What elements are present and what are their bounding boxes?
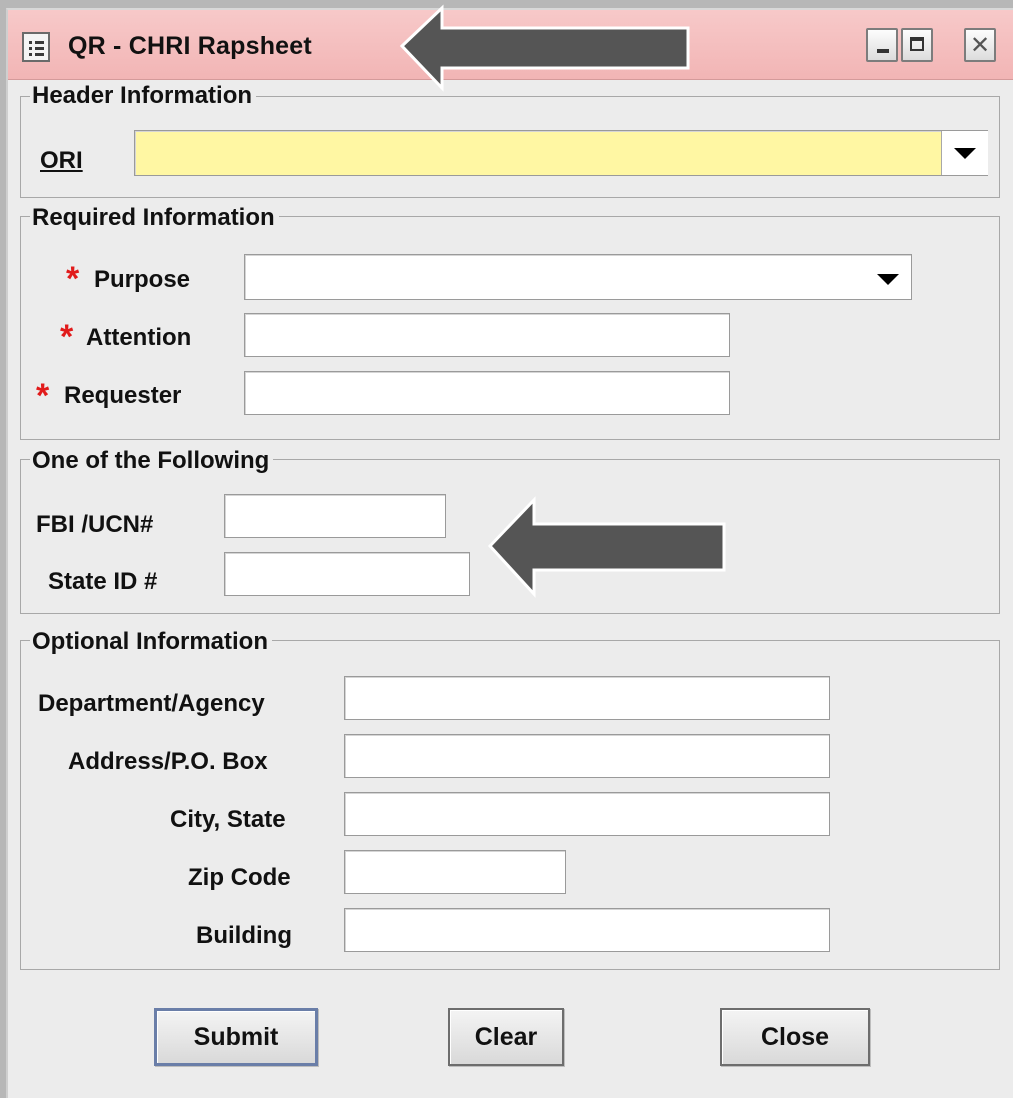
- form-icon[interactable]: [22, 32, 50, 62]
- window-title: QR - CHRI Rapsheet: [68, 32, 312, 60]
- building-label: Building: [196, 922, 292, 949]
- ori-combobox[interactable]: [134, 130, 988, 176]
- header-information-legend: Header Information: [30, 82, 257, 110]
- id-fields-annotation-arrow-icon: [487, 496, 726, 598]
- fbi-ucn-label: FBI /UCN#: [36, 511, 154, 538]
- minimize-icon[interactable]: [866, 28, 898, 62]
- attention-required-marker: *: [60, 318, 74, 356]
- clear-button[interactable]: Clear: [448, 1008, 564, 1066]
- submit-button[interactable]: Submit: [154, 1008, 318, 1066]
- required-information-legend: Required Information: [30, 204, 279, 232]
- ori-dropdown-button[interactable]: [941, 131, 988, 175]
- close-icon[interactable]: ✕: [964, 28, 996, 62]
- title-annotation-arrow-icon: [399, 4, 690, 92]
- attention-input[interactable]: [244, 313, 730, 357]
- requester-input[interactable]: [244, 371, 730, 415]
- attention-label: Attention: [86, 324, 192, 351]
- zip-code-input[interactable]: [344, 850, 566, 894]
- chevron-down-icon[interactable]: [877, 274, 899, 285]
- optional-information-legend: Optional Information: [30, 628, 272, 656]
- zip-code-label: Zip Code: [188, 864, 291, 891]
- purpose-required-marker: *: [66, 260, 80, 298]
- city-state-label: City, State: [170, 806, 286, 833]
- department-label: Department/Agency: [38, 690, 265, 717]
- close-button[interactable]: Close: [720, 1008, 870, 1066]
- chevron-down-icon: [954, 148, 976, 159]
- purpose-label: Purpose: [94, 266, 190, 294]
- state-id-input[interactable]: [224, 552, 470, 596]
- city-state-input[interactable]: [344, 792, 830, 836]
- one-of-following-legend: One of the Following: [30, 447, 274, 475]
- maximize-icon[interactable]: [901, 28, 933, 62]
- fbi-ucn-input[interactable]: [224, 494, 446, 538]
- ori-label-text: ORI: [40, 147, 83, 174]
- address-input[interactable]: [344, 734, 830, 778]
- address-label: Address/P.O. Box: [68, 748, 268, 775]
- ori-label: ORI: [40, 147, 83, 175]
- requester-label: Requester: [64, 382, 182, 409]
- building-input[interactable]: [344, 908, 830, 952]
- requester-required-marker: *: [36, 377, 50, 415]
- department-input[interactable]: [344, 676, 830, 720]
- purpose-select[interactable]: [244, 254, 912, 300]
- state-id-label: State ID #: [48, 568, 158, 595]
- purpose-label-text: Purpose: [94, 266, 191, 293]
